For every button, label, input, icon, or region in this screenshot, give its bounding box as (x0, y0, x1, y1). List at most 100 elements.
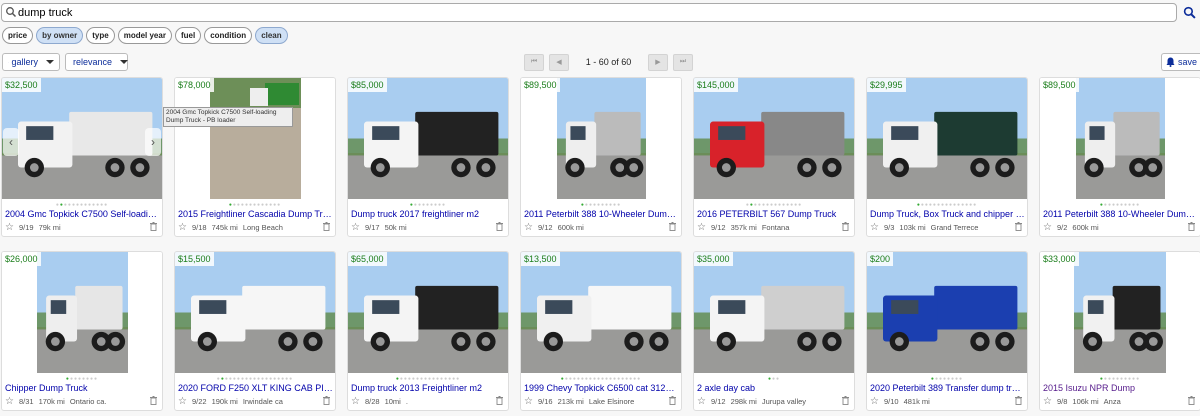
photo-dots[interactable]: ●●●●●●●●●●●●●●●●●●● (175, 376, 335, 382)
listing-title[interactable]: 2016 PETERBILT 567 Dump Truck (697, 209, 852, 219)
hide-trash-icon[interactable] (150, 396, 157, 407)
listing-title[interactable]: Dump Truck, Box Truck and chipper truck (870, 209, 1025, 219)
favorite-star-icon[interactable]: ☆ (870, 222, 879, 233)
prev-photo-button[interactable]: ‹ (3, 128, 19, 156)
listing-card[interactable]: $35,000 ●●● 2 axle day cab ☆ 9/12 298k mi Juru… (693, 251, 855, 411)
listing-price: $65,000 (348, 252, 387, 266)
favorite-star-icon[interactable]: ☆ (524, 396, 533, 407)
listing-photo[interactable] (1040, 252, 1200, 373)
listing-card[interactable]: $15,500 ●●●●●●●●●●●●●●●●●●● 2020 FORD F250… (174, 251, 336, 411)
listing-title[interactable]: Dump truck 2013 Freightliner m2 (351, 383, 506, 393)
listing-card[interactable]: $200 ●●●●●●●● 2020 Peterbilt 389 Transfer … (866, 251, 1028, 411)
hide-trash-icon[interactable] (842, 396, 849, 407)
listing-card[interactable]: $89,500 ●●●●●●●●●● 2011 Peterbilt 388 10-W… (520, 77, 682, 237)
favorite-star-icon[interactable]: ☆ (1043, 222, 1052, 233)
hide-trash-icon[interactable] (323, 222, 330, 233)
photo-dots[interactable]: ●●●●●●●● (2, 376, 162, 382)
favorite-star-icon[interactable]: ☆ (697, 222, 706, 233)
listing-photo[interactable] (2, 78, 162, 199)
photo-dots[interactable]: ●●●●●●●●●● (1040, 202, 1200, 208)
hide-trash-icon[interactable] (496, 222, 503, 233)
hide-trash-icon[interactable] (669, 396, 676, 407)
listing-photo[interactable] (348, 78, 508, 199)
favorite-star-icon[interactable]: ☆ (1043, 396, 1052, 407)
favorite-star-icon[interactable]: ☆ (351, 396, 360, 407)
listing-card[interactable]: $26,000 ●●●●●●●● Chipper Dump Truck ☆ 8/31 17… (1, 251, 163, 411)
photo-dots[interactable]: ●●●●●●●●●●●●●●●●●●●● (521, 376, 681, 382)
hide-trash-icon[interactable] (1015, 222, 1022, 233)
hide-trash-icon[interactable] (669, 222, 676, 233)
listing-meta: ☆ 9/12 298k mi Jurupa valley (697, 395, 852, 408)
photo-dots[interactable]: ●●●●●●●●●●●●●●●● (348, 376, 508, 382)
listing-location: . (405, 397, 408, 406)
photo-dots[interactable]: ●●●●●●●●● (348, 202, 508, 208)
next-photo-button[interactable]: › (145, 128, 161, 156)
listing-photo-image (867, 252, 1027, 373)
favorite-star-icon[interactable]: ☆ (178, 222, 187, 233)
favorite-star-icon[interactable]: ☆ (5, 222, 14, 233)
photo-dots[interactable]: ●●●●●●●●●●●●● (175, 202, 335, 208)
listing-photo[interactable] (867, 252, 1027, 373)
hide-trash-icon[interactable] (150, 222, 157, 233)
listing-title[interactable]: 2011 Peterbilt 388 10-Wheeler Dump Tr... (524, 209, 679, 219)
listing-title[interactable]: 2 axle day cab (697, 383, 852, 393)
listing-price: $26,000 (2, 252, 41, 266)
listing-card[interactable]: $13,500 ●●●●●●●●●●●●●●●●●●●● 1999 Chevy To… (520, 251, 682, 411)
hide-trash-icon[interactable] (496, 396, 503, 407)
listing-photo[interactable] (175, 252, 335, 373)
listing-miles: 170k mi (38, 397, 65, 406)
photo-dots[interactable]: ●●●●●●●●●●●●●● (694, 202, 854, 208)
hide-trash-icon[interactable] (1015, 396, 1022, 407)
listing-location: Lake Elsinore (588, 397, 635, 406)
listing-price: $200 (867, 252, 894, 266)
listing-card[interactable]: $32,500 ●●●●●●●●●●●●● 2004 Gmc Topkick C75… (1, 77, 163, 237)
listing-title[interactable]: 1999 Chevy Topkick C6500 cat 3126 sn... (524, 383, 679, 393)
photo-dots[interactable]: ●●●●●●●●●●●●●●● (867, 202, 1027, 208)
favorite-star-icon[interactable]: ☆ (178, 396, 187, 407)
favorite-star-icon[interactable]: ☆ (870, 396, 879, 407)
listing-photo[interactable] (1040, 78, 1200, 199)
listing-photo[interactable] (867, 78, 1027, 199)
favorite-star-icon[interactable]: ☆ (5, 396, 14, 407)
listing-title[interactable]: 2004 Gmc Topkick C7500 Self-loading ... (5, 209, 160, 219)
photo-dots[interactable]: ●●●●●●●●●● (521, 202, 681, 208)
listing-location: Jurupa valley (761, 397, 807, 406)
photo-dots[interactable]: ●●●●●●●● (867, 376, 1027, 382)
listing-date: 9/8 (1056, 397, 1068, 406)
photo-dots[interactable]: ●●●●●●●●●●●●● (2, 202, 162, 208)
listing-photo[interactable] (2, 252, 162, 373)
listing-card[interactable]: $65,000 ●●●●●●●●●●●●●●●● Dump truck 2013 F… (347, 251, 509, 411)
hide-trash-icon[interactable] (323, 396, 330, 407)
photo-dots[interactable]: ●●●●●●●●●● (1040, 376, 1200, 382)
photo-dots[interactable]: ●●● (694, 376, 854, 382)
listing-photo[interactable] (348, 252, 508, 373)
listing-title[interactable]: Chipper Dump Truck (5, 383, 160, 393)
listing-photo[interactable] (694, 78, 854, 199)
listing-photo[interactable] (175, 78, 335, 199)
listing-card[interactable]: $85,000 ●●●●●●●●● Dump truck 2017 freightl… (347, 77, 509, 237)
hide-trash-icon[interactable] (1188, 396, 1195, 407)
hide-trash-icon[interactable] (842, 222, 849, 233)
hide-trash-icon[interactable] (1188, 222, 1195, 233)
listing-card[interactable]: $145,000 ●●●●●●●●●●●●●● 2016 PETERBILT 567… (693, 77, 855, 237)
listing-title[interactable]: 2015 Freightliner Cascadia Dump Truck (178, 209, 333, 219)
listing-card[interactable]: $33,000 ●●●●●●●●●● 2015 Isuzu NPR Dump ☆ 9/8… (1039, 251, 1200, 411)
listing-date: 9/17 (364, 223, 380, 232)
listing-grid: $32,500 ●●●●●●●●●●●●● 2004 Gmc Topkick C75… (0, 0, 1200, 416)
listing-title[interactable]: 2011 Peterbilt 388 10-Wheeler Dump Tr... (1043, 209, 1198, 219)
favorite-star-icon[interactable]: ☆ (524, 222, 533, 233)
listing-card[interactable]: $29,995 ●●●●●●●●●●●●●●● Dump Truck, Box Tr… (866, 77, 1028, 237)
listing-title[interactable]: Dump truck 2017 freightliner m2 (351, 209, 506, 219)
listing-photo-image (37, 252, 128, 373)
listing-photo[interactable] (521, 78, 681, 199)
listing-location: Ontario ca. (69, 397, 107, 406)
listing-title[interactable]: 2015 Isuzu NPR Dump (1043, 383, 1198, 393)
listing-photo[interactable] (694, 252, 854, 373)
listing-photo[interactable] (521, 252, 681, 373)
listing-card[interactable]: $89,500 ●●●●●●●●●● 2011 Peterbilt 388 10-W… (1039, 77, 1200, 237)
favorite-star-icon[interactable]: ☆ (351, 222, 360, 233)
listing-title[interactable]: 2020 Peterbilt 389 Transfer dump truck (870, 383, 1025, 393)
listing-card[interactable]: $78,000 ●●●●●●●●●●●●● 2015 Freightliner Ca… (174, 77, 336, 237)
favorite-star-icon[interactable]: ☆ (697, 396, 706, 407)
listing-title[interactable]: 2020 FORD F250 XLT KING CAB PICK... (178, 383, 333, 393)
